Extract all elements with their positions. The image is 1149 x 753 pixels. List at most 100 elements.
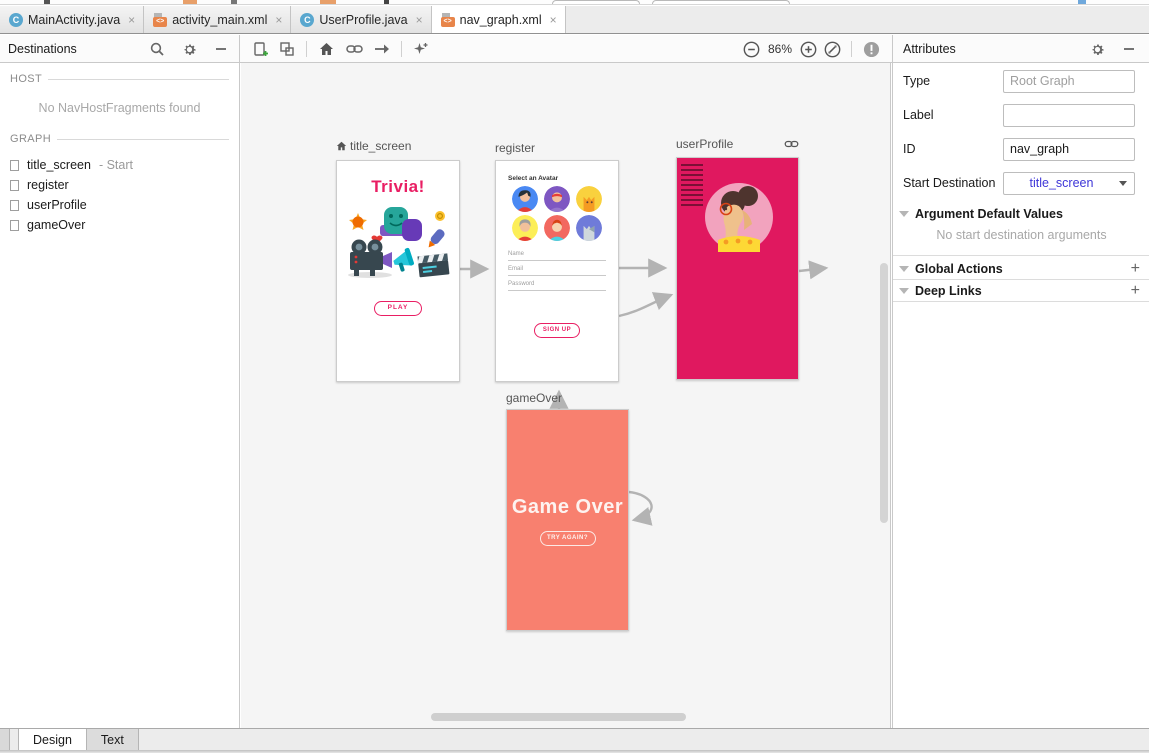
attributes-panel: Type Label ID Start Destination title_sc… — [892, 63, 1149, 729]
attributes-panel-header: Attributes — [892, 35, 1149, 63]
close-icon[interactable]: × — [416, 14, 423, 26]
close-icon[interactable]: × — [128, 14, 135, 26]
userprofile-avatar — [704, 182, 774, 252]
tab-mainactivity-java[interactable]: C MainActivity.java × — [0, 6, 144, 33]
node-userprofile[interactable] — [676, 157, 799, 380]
android-xml-icon: <> — [153, 13, 167, 27]
destination-name: userProfile — [27, 198, 87, 212]
fragment-icon — [10, 220, 19, 231]
destination-name: title_screen — [27, 158, 91, 172]
trivia-title: Trivia! — [337, 177, 459, 197]
minimize-icon[interactable] — [1119, 39, 1139, 59]
add-deep-link-button[interactable]: + — [1131, 283, 1140, 299]
action-arrow-icon[interactable] — [372, 39, 392, 59]
close-icon[interactable]: × — [550, 14, 557, 26]
toolbar-separator — [401, 41, 402, 57]
destinations-title: Destinations — [8, 42, 77, 56]
toolbar-separator — [851, 41, 852, 57]
label-field[interactable] — [1003, 104, 1135, 127]
section-divider — [893, 279, 1149, 280]
destination-item-title-screen[interactable]: title_screen - Start — [0, 155, 239, 175]
global-actions-section-header[interactable]: Global Actions + — [893, 259, 1149, 279]
new-destination-icon[interactable] — [251, 39, 271, 59]
node-register[interactable]: Select an Avatar — [495, 160, 619, 382]
gear-icon[interactable] — [179, 39, 199, 59]
host-empty-message: No NavHostFragments found — [0, 89, 239, 129]
gameover-title: Game Over — [512, 496, 623, 519]
bottom-corner-block — [0, 729, 10, 750]
toolbar-sliver-mark — [1078, 0, 1086, 5]
tab-userprofile-java[interactable]: C UserProfile.java × — [291, 6, 431, 33]
deep-links-title: Deep Links — [915, 284, 982, 298]
editor-tab-bar: C MainActivity.java × <> activity_main.x… — [0, 6, 1149, 34]
deep-link-icon[interactable] — [344, 39, 364, 59]
android-xml-icon: <> — [441, 13, 455, 27]
destination-item-register[interactable]: register — [0, 175, 239, 195]
register-fields: Name Email Password — [508, 251, 606, 291]
userprofile-list-rows — [681, 164, 703, 206]
toolbar-sliver-mark — [44, 0, 50, 5]
issues-icon[interactable] — [861, 39, 881, 59]
design-tab[interactable]: Design — [18, 729, 87, 750]
fragment-icon — [10, 200, 19, 211]
node-title-screen[interactable]: Trivia! P — [336, 160, 460, 382]
start-destination-value: title_screen — [1004, 176, 1119, 190]
auto-arrange-icon[interactable] — [411, 39, 431, 59]
graph-section-header: GRAPH — [0, 129, 239, 149]
close-icon[interactable]: × — [275, 14, 282, 26]
toolbar-sliver-mark — [320, 0, 336, 5]
canvas-vertical-scrollbar[interactable] — [880, 263, 888, 523]
node-label-userprofile[interactable]: userProfile — [676, 137, 799, 151]
arguments-section-title: Argument Default Values — [915, 207, 1063, 221]
action-gameover-self-loop — [629, 492, 652, 520]
destination-name: gameOver — [27, 218, 85, 232]
minimize-icon[interactable] — [211, 39, 231, 59]
tab-activity-main-xml[interactable]: <> activity_main.xml × — [144, 6, 291, 33]
label-label: Label — [903, 108, 934, 122]
type-row: Type — [893, 69, 1149, 93]
nested-graph-icon[interactable] — [277, 39, 297, 59]
tab-label: UserProfile.java — [319, 13, 407, 27]
zoom-to-fit-icon[interactable] — [822, 39, 842, 59]
fragment-icon — [10, 160, 19, 171]
zoom-in-icon[interactable] — [798, 39, 818, 59]
node-label-title-screen[interactable]: title_screen — [336, 139, 411, 153]
type-field[interactable] — [1003, 70, 1135, 93]
destination-item-userprofile[interactable]: userProfile — [0, 195, 239, 215]
tryagain-button-preview: TRY AGAIN? — [540, 531, 596, 546]
node-label-gameover[interactable]: gameOver — [506, 391, 562, 405]
host-section-label: HOST — [10, 73, 42, 85]
id-field[interactable] — [1003, 138, 1135, 161]
global-actions-title: Global Actions — [915, 262, 1003, 276]
gear-icon[interactable] — [1087, 39, 1107, 59]
host-section-header: HOST — [0, 69, 239, 89]
node-label-text: userProfile — [676, 137, 733, 151]
start-destination-label: Start Destination — [903, 176, 995, 190]
toolbar-sliver-mark — [231, 0, 237, 5]
node-gameover[interactable]: Game Over TRY AGAIN? — [506, 409, 629, 631]
java-class-icon: C — [300, 13, 314, 27]
deep-links-section-header[interactable]: Deep Links + — [893, 281, 1149, 301]
search-icon[interactable] — [147, 39, 167, 59]
nav-graph-canvas[interactable]: title_screen Trivia! — [241, 63, 891, 728]
id-label: ID — [903, 142, 916, 156]
fragment-icon — [10, 180, 19, 191]
zoom-out-icon[interactable] — [742, 39, 762, 59]
destination-item-gameover[interactable]: gameOver — [0, 215, 239, 235]
canvas-horizontal-scrollbar[interactable] — [431, 713, 686, 721]
home-icon[interactable] — [316, 39, 336, 59]
type-label: Type — [903, 74, 930, 88]
start-destination-home-icon — [336, 141, 347, 151]
avatar-boy-red — [544, 215, 570, 241]
graph-section-label: GRAPH — [10, 133, 51, 145]
tab-label: nav_graph.xml — [460, 13, 542, 27]
node-label-register[interactable]: register — [495, 141, 535, 155]
text-tab[interactable]: Text — [87, 729, 139, 750]
arguments-section-header[interactable]: Argument Default Values — [893, 204, 1149, 224]
add-global-action-button[interactable]: + — [1131, 261, 1140, 277]
toolbar-combo-sliver — [552, 0, 640, 5]
start-destination-dropdown[interactable]: title_screen — [1003, 172, 1135, 195]
android-studio-nav-editor: C MainActivity.java × <> activity_main.x… — [0, 0, 1149, 753]
tab-nav-graph-xml[interactable]: <> nav_graph.xml × — [432, 6, 566, 33]
userprofile-preview — [677, 158, 798, 379]
